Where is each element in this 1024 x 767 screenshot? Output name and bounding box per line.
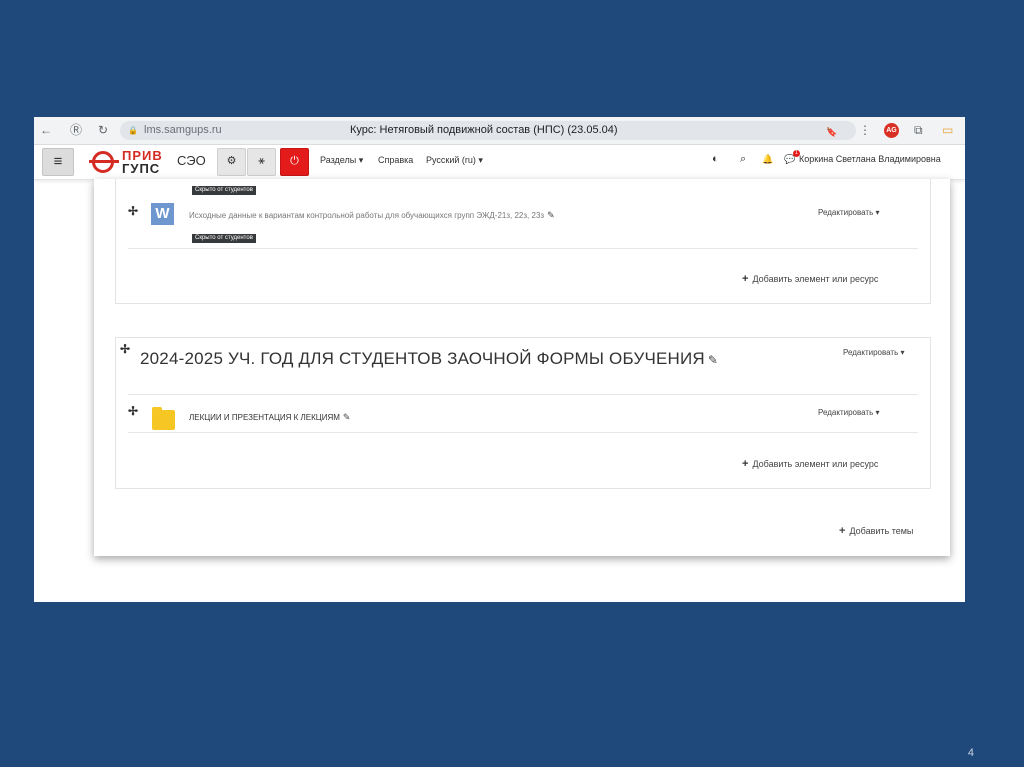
logo[interactable]: ПРИВ ГУПС [89, 148, 170, 176]
user-menu[interactable]: Коркина Светлана Владимировна [799, 154, 941, 164]
reload-icon[interactable]: ↻ [98, 123, 108, 137]
folder-icon [152, 407, 175, 430]
edit-menu[interactable]: Редактировать ▾ [818, 408, 880, 417]
activity-link[interactable]: Исходные данные к вариантам контрольной … [189, 210, 555, 221]
power-button[interactable]: ⏻ [280, 148, 309, 176]
bell-icon[interactable]: 🔔 [762, 154, 773, 165]
back-icon[interactable]: ← [40, 123, 52, 137]
sections-menu[interactable]: Разделы ▾ [320, 155, 363, 166]
pencil-icon[interactable]: ✎ [547, 210, 555, 220]
slide-number: 4 [967, 747, 974, 759]
browser-toolbar: ← Ⓡ ↻ 🔒 lms.samgups.ru Курс: Нетяговый п… [34, 117, 965, 145]
course-section-2: ✢ 2024-2025 УЧ. ГОД ДЛЯ СТУДЕНТОВ ЗАОЧНО… [115, 337, 931, 489]
move-icon[interactable]: ✢ [128, 204, 138, 218]
bookmark-icon[interactable]: 🔖 [826, 125, 837, 139]
edit-menu[interactable]: Редактировать ▾ [843, 348, 905, 357]
add-activity-button[interactable]: + Добавить элемент или ресурс [742, 273, 878, 285]
divider [128, 248, 918, 249]
divider [128, 394, 918, 395]
course-content: Скрыто от студентов W ✢ Исходные данные … [94, 179, 950, 556]
hidden-badge: Скрыто от студентов [192, 234, 256, 243]
hidden-badge: Скрыто от студентов [192, 186, 256, 195]
kebab-menu-icon[interactable]: ⋮ [859, 123, 871, 137]
site-info-icon[interactable]: Ⓡ [70, 123, 82, 137]
add-topics-button[interactable]: + Добавить темы [839, 525, 913, 537]
add-activity-button[interactable]: + Добавить элемент или ресурс [742, 458, 878, 470]
menu-button[interactable]: ≡ [42, 148, 74, 176]
pencil-icon[interactable]: ✎ [708, 353, 718, 367]
section-title: 2024-2025 УЧ. ГОД ДЛЯ СТУДЕНТОВ ЗАОЧНОЙ … [140, 349, 719, 368]
extension-icon[interactable]: AG [884, 123, 899, 138]
url-text[interactable]: lms.samgups.ru [144, 124, 222, 136]
edit-menu[interactable]: Редактировать ▾ [818, 208, 880, 217]
language-menu[interactable]: Русский (ru) ▾ [426, 155, 483, 166]
help-link[interactable]: Справка [378, 155, 413, 165]
gear-button[interactable]: ⚙ [217, 148, 246, 176]
sitemap-button[interactable]: ⚹ [247, 148, 276, 176]
move-icon[interactable]: ✢ [120, 342, 130, 356]
pencil-icon[interactable]: ✎ [343, 412, 351, 422]
site-name[interactable]: СЭО [177, 153, 206, 168]
screenshot: ← Ⓡ ↻ 🔒 lms.samgups.ru Курс: Нетяговый п… [34, 117, 965, 602]
search-icon[interactable]: ⌕ [740, 153, 746, 166]
lock-icon: 🔒 [128, 126, 138, 135]
page-title: Курс: Нетяговый подвижной состав (НПС) (… [350, 124, 618, 136]
move-icon[interactable]: ✢ [128, 404, 138, 418]
puzzle-icon[interactable]: ⧉ [914, 123, 923, 137]
divider [128, 432, 918, 433]
moodle-navbar: ≡ ПРИВ ГУПС СЭО ⚙ ⚹ ⏻ Разделы ▾ Справка … [34, 145, 965, 180]
logo-bar-icon [89, 160, 119, 163]
battery-icon: ▭ [942, 123, 954, 137]
eye-slash-icon[interactable]: ◐ [712, 153, 719, 165]
course-section-1: Скрыто от студентов W ✢ Исходные данные … [115, 179, 931, 304]
activity-link[interactable]: ЛЕКЦИИ И ПРЕЗЕНТАЦИЯ К ЛЕКЦИЯМ ✎ [189, 412, 350, 423]
word-doc-icon: W [151, 203, 174, 225]
logo-line2: ГУПС [122, 161, 161, 176]
